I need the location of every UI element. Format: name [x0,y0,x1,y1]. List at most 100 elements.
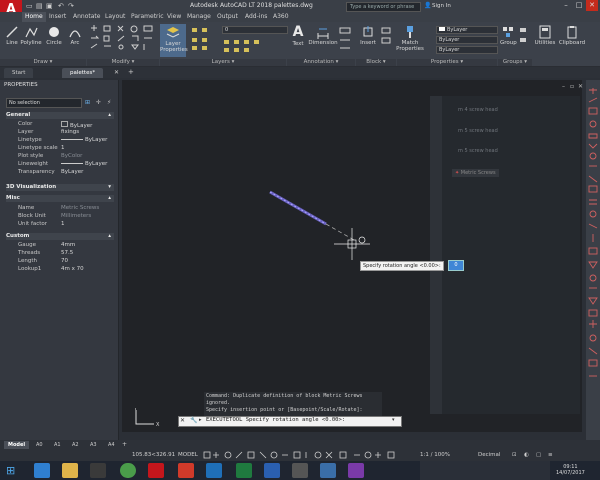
tab-home[interactable]: Home [22,12,46,22]
panel-block[interactable]: Block ▾ [356,59,396,66]
file-tab-start[interactable]: Start [4,68,34,78]
tool-palette-item[interactable]: m 4 screw head [458,107,498,113]
color-dropdown[interactable]: ByLayer [436,26,498,34]
section-3d-visualization[interactable]: 3D Visualization ▾ [6,184,114,191]
prop-plot-style-value[interactable]: ByColor [61,153,82,159]
circle-button[interactable]: Circle [44,25,64,46]
app-icon[interactable] [348,463,364,478]
block-tools-icons[interactable] [380,26,394,54]
units-dropdown[interactable]: Decimal [478,452,500,458]
layer-properties-button[interactable]: Layer Properties [160,24,188,57]
new-icon[interactable]: ▭ [26,2,33,10]
tool-palette-item[interactable]: m 5 screw head [458,128,498,134]
prop-layer-value[interactable]: fixings [61,129,79,135]
file-explorer-icon[interactable] [62,463,78,478]
tool-palette-item[interactable]: m 5 screw head [458,148,498,154]
prop-lookup1-value[interactable]: 4m x 70 [61,266,84,272]
viewport-minimize-icon[interactable]: – [562,83,565,90]
text-button[interactable]: A Text [288,25,308,48]
internet-explorer-icon[interactable] [34,463,50,478]
chrome-icon[interactable] [120,463,136,478]
prop-length-value[interactable]: 70 [61,258,68,264]
quick-select-icon[interactable]: ⚡ [107,99,111,106]
viewport-restore-icon[interactable]: ▫ [570,83,574,90]
excel-icon[interactable] [236,463,252,478]
arc-button[interactable]: Arc [66,25,84,46]
tool-palette-item-selected[interactable]: ✦ Metric Screws [452,169,499,177]
autocad-taskbar-icon[interactable] [148,463,164,478]
group-button[interactable]: Group [500,25,517,46]
media-icon[interactable] [292,463,308,478]
customize-icon[interactable]: 🔧 [190,417,197,424]
outlook-icon[interactable] [206,463,222,478]
insert-button[interactable]: Insert [358,25,378,46]
section-misc[interactable]: Misc ▴ [6,195,114,202]
tab-addins[interactable]: Add-ins [242,12,270,22]
annotation-tools-icons[interactable] [338,26,356,54]
layer-tools-row[interactable] [222,38,284,54]
new-tab-icon[interactable]: + [128,68,134,76]
tool-palette-tab-strip[interactable] [430,96,442,414]
panel-groups[interactable]: Groups ▾ [498,59,532,66]
layout-tab-a4[interactable]: A4 [104,441,119,449]
panel-modify[interactable]: Modify ▾ [87,59,159,66]
annotation-scale[interactable]: 1:1 / 100% [420,452,450,458]
modify-tools-icons[interactable] [88,24,158,56]
close-button[interactable]: ✕ [586,0,598,11]
section-custom[interactable]: Custom ▴ [6,233,114,240]
prop-gauge-value[interactable]: 4mm [61,242,75,248]
linetype-dropdown[interactable]: ByLayer [436,36,498,44]
panel-layers[interactable]: Layers ▾ [160,59,286,66]
save-icon[interactable]: ▣ [46,2,53,10]
prop-threads-value[interactable]: 57.5 [61,250,73,256]
tab-parametric[interactable]: Parametric [128,12,167,22]
prop-color-value[interactable]: ByLayer [61,121,92,129]
prop-lineweight-value[interactable]: ByLayer [61,161,107,167]
close-tab-icon[interactable]: ✕ [114,69,119,76]
word-icon[interactable] [264,463,280,478]
prop-transparency-value[interactable]: ByLayer [61,169,83,175]
groups-tools-icons[interactable] [518,26,530,54]
tab-output[interactable]: Output [214,12,241,22]
layer-dropdown[interactable]: 0 [222,26,288,34]
maximize-button[interactable]: □ [573,0,585,11]
search-input[interactable]: Type a keyword or phrase [346,2,421,12]
new-layout-icon[interactable]: + [122,441,127,448]
tab-layout[interactable]: Layout [102,12,128,22]
system-clock[interactable]: 09:11 14/07/2017 [556,464,585,476]
navigation-tool-icons[interactable] [587,86,599,436]
command-dropdown-icon[interactable]: ▾ [392,417,395,423]
utilities-button[interactable]: Utilities [534,25,556,46]
layer-tools-icons[interactable] [190,26,220,54]
layout-tab-a2[interactable]: A2 [68,441,83,449]
app-taskbar-icon[interactable] [178,463,194,478]
user-icon[interactable]: 👤 [424,2,431,9]
prop-linetype-value[interactable]: ByLayer [61,137,107,143]
customization-icon[interactable]: ≡ [548,452,553,458]
lineweight-dropdown[interactable]: ByLayer [436,46,498,54]
file-tab-palettes[interactable]: palettes* [62,68,104,78]
open-icon[interactable]: ▤ [36,2,43,10]
panel-properties[interactable]: Properties ▾ [397,59,497,66]
store-icon[interactable] [90,463,106,478]
prop-linetype-scale-value[interactable]: 1 [61,145,65,151]
app-icon[interactable] [320,463,336,478]
minimize-button[interactable]: – [560,0,572,11]
tab-view[interactable]: View [164,12,184,22]
recent-commands-icon[interactable]: ▸ [199,417,202,423]
tab-annotate[interactable]: Annotate [70,12,103,22]
layout-tab-model[interactable]: Model [4,441,30,449]
select-objects-icon[interactable]: ✛ [96,99,101,106]
layout-tab-a3[interactable]: A3 [86,441,101,449]
tab-insert[interactable]: Insert [46,12,69,22]
clean-screen-icon[interactable]: ▢ [536,452,541,458]
redo-icon[interactable]: ↷ [68,2,74,10]
selection-dropdown[interactable]: No selection [6,98,82,108]
polyline-button[interactable]: Polyline [20,25,42,46]
tool-palette[interactable] [430,96,580,414]
undo-icon[interactable]: ↶ [58,2,64,10]
tab-a360[interactable]: A360 [270,12,292,22]
line-button[interactable]: Line [2,25,22,46]
panel-draw[interactable]: Draw ▾ [0,59,86,66]
isolate-objects-icon[interactable]: ◐ [524,452,529,458]
